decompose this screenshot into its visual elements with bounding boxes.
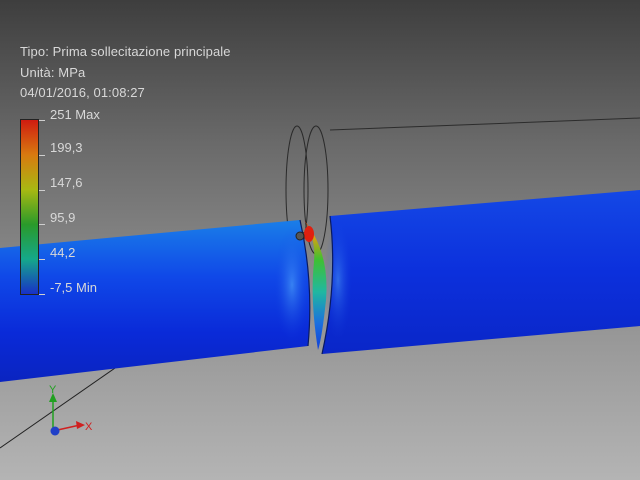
stress-color-legend-bar[interactable]: [20, 119, 39, 295]
result-timestamp-label: 04/01/2016, 01:08:27: [20, 85, 145, 100]
reference-line: [329, 117, 640, 131]
view-triad[interactable]: Y X: [40, 385, 100, 445]
legend-label-5: 44,2: [50, 245, 76, 260]
legend-tick: [39, 120, 45, 121]
legend-tick: [39, 154, 45, 156]
legend-tick: [39, 259, 45, 261]
result-type-label: Tipo: Prima sollecitazione principale: [20, 44, 231, 59]
legend-tick: [39, 224, 45, 226]
legend-label-3: 147,6: [50, 175, 83, 190]
pipe-segment-right[interactable]: [322, 190, 640, 354]
max-stress-hotspot[interactable]: [304, 226, 314, 242]
triad-z-axis-icon: [50, 426, 60, 436]
graphics-viewport[interactable]: Tipo: Prima sollecitazione principale Un…: [0, 0, 640, 480]
result-unit-label: Unità: MPa: [20, 65, 86, 80]
legend-label-max: 251 Max: [50, 107, 100, 122]
legend-label-4: 95,9: [50, 210, 76, 225]
triad-y-label: Y: [49, 385, 57, 396]
probe-marker[interactable]: [295, 231, 305, 241]
legend-tick: [39, 189, 45, 191]
triad-x-arrow-icon: [76, 421, 85, 429]
triad-x-label: X: [85, 421, 93, 433]
legend-label-2: 199,3: [50, 140, 83, 155]
legend-tick: [39, 294, 45, 295]
legend-label-min: -7,5 Min: [50, 280, 97, 295]
pipe-segment-left[interactable]: [0, 220, 310, 382]
